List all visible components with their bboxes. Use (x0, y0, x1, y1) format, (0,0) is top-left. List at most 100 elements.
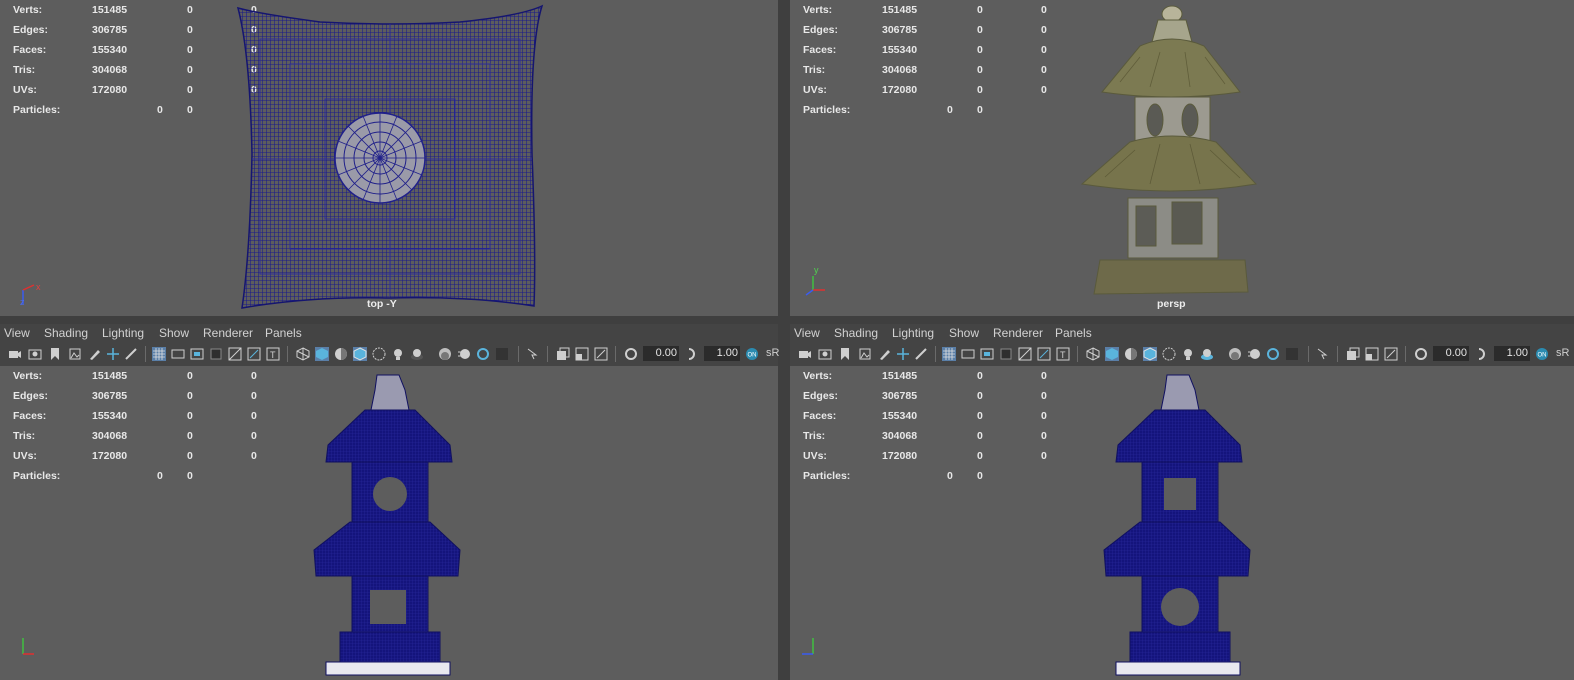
textured-icon[interactable] (353, 347, 367, 361)
gamma-field[interactable]: 1.00 (704, 346, 740, 361)
color-management-icon[interactable]: ON (1535, 347, 1549, 361)
depth-of-field-icon[interactable] (495, 347, 509, 361)
paint-brush-icon[interactable] (124, 347, 138, 361)
camera-attributes-icon[interactable] (818, 347, 832, 361)
menu-renderer[interactable]: Renderer (993, 326, 1043, 340)
stat-total: 172080 (882, 450, 918, 462)
grid-icon[interactable] (942, 347, 956, 361)
paint-brush-icon[interactable] (914, 347, 928, 361)
menu-lighting[interactable]: Lighting (892, 326, 934, 340)
menu-view[interactable]: View (4, 326, 30, 340)
bookmark-icon[interactable] (838, 347, 852, 361)
smooth-shade-icon[interactable] (1105, 347, 1119, 361)
gamma-field[interactable]: 1.00 (1494, 346, 1530, 361)
pillow-top-wireframe[interactable] (230, 4, 550, 310)
menu-renderer[interactable]: Renderer (203, 326, 253, 340)
safe-title-icon[interactable]: T (266, 347, 280, 361)
xray-icon[interactable] (1162, 347, 1176, 361)
shadows-icon[interactable] (410, 347, 424, 361)
default-material-icon[interactable] (1124, 347, 1138, 361)
ambient-occlusion-icon[interactable] (1228, 347, 1242, 361)
camera-icon[interactable] (798, 347, 812, 361)
camera-pan-icon[interactable] (1384, 347, 1398, 361)
xray-icon[interactable] (372, 347, 386, 361)
motion-blur-icon[interactable] (457, 347, 471, 361)
stat-label: UVs: (803, 84, 827, 96)
gamma-icon[interactable] (686, 347, 700, 361)
hud-icon[interactable] (556, 347, 570, 361)
depth-of-field-icon[interactable] (1285, 347, 1299, 361)
exposure-icon[interactable] (624, 347, 638, 361)
lantern-textured-model[interactable] (1080, 2, 1270, 308)
motion-blur-icon[interactable] (1247, 347, 1261, 361)
textured-icon[interactable] (1143, 347, 1157, 361)
exposure-field[interactable]: 0.00 (1433, 346, 1469, 361)
exposure-icon[interactable] (1414, 347, 1428, 361)
anti-alias-icon[interactable] (1266, 347, 1280, 361)
color-management-icon[interactable]: ON (745, 347, 759, 361)
color-space-label[interactable]: sR (766, 347, 779, 359)
menu-panels[interactable]: Panels (1055, 326, 1092, 340)
image-planes-icon[interactable] (575, 347, 589, 361)
ambient-occlusion-icon[interactable] (438, 347, 452, 361)
menu-view[interactable]: View (794, 326, 820, 340)
default-material-icon[interactable] (334, 347, 348, 361)
viewport-top[interactable]: Verts: 151485 0 0 Edges: 306785 0 0 Faces: 1553… (0, 0, 778, 316)
stat-sel: 0 (187, 64, 193, 76)
grid-icon[interactable] (152, 347, 166, 361)
lights-icon[interactable] (391, 347, 405, 361)
image-plane-icon[interactable] (858, 347, 872, 361)
bookmark-icon[interactable] (48, 347, 62, 361)
film-gate-icon[interactable] (961, 347, 975, 361)
stat-sel: 0 (187, 410, 193, 422)
toolbar-separator (518, 346, 519, 362)
lantern-wireframe-side[interactable] (1100, 370, 1260, 680)
stat-sel: 0 (187, 84, 193, 96)
move-tool-icon[interactable] (106, 347, 120, 361)
safe-action-icon[interactable] (1037, 347, 1051, 361)
viewport-side[interactable]: Verts: 151485 0 0 Edges: 306785 0 0 Faces: 1553… (790, 366, 1574, 680)
menu-lighting[interactable]: Lighting (102, 326, 144, 340)
move-tool-icon[interactable] (896, 347, 910, 361)
wireframe-icon[interactable] (296, 347, 310, 361)
resolution-gate-icon[interactable] (190, 347, 204, 361)
grease-pencil-icon[interactable] (88, 347, 102, 361)
isolate-select-icon[interactable] (526, 347, 540, 361)
image-planes-icon[interactable] (1365, 347, 1379, 361)
camera-pan-icon[interactable] (594, 347, 608, 361)
shadows-icon[interactable] (1200, 347, 1214, 361)
film-gate-icon[interactable] (171, 347, 185, 361)
menu-panels[interactable]: Panels (265, 326, 302, 340)
stat-total: 155340 (882, 410, 918, 422)
anti-alias-icon[interactable] (476, 347, 490, 361)
menu-show[interactable]: Show (949, 326, 979, 340)
viewport-front[interactable]: Verts: 151485 0 0 Edges: 306785 0 0 Faces: 1553… (0, 366, 778, 680)
camera-attributes-icon[interactable] (28, 347, 42, 361)
lights-icon[interactable] (1181, 347, 1195, 361)
menu-shading[interactable]: Shading (834, 326, 878, 340)
gate-mask-icon[interactable] (209, 347, 223, 361)
exposure-field[interactable]: 0.00 (643, 346, 679, 361)
wireframe-icon[interactable] (1086, 347, 1100, 361)
image-plane-icon[interactable] (68, 347, 82, 361)
lantern-wireframe-front[interactable] (310, 370, 470, 680)
resolution-gate-icon[interactable] (980, 347, 994, 361)
safe-action-icon[interactable] (247, 347, 261, 361)
gate-mask-icon[interactable] (999, 347, 1013, 361)
safe-title-icon[interactable]: T (1056, 347, 1070, 361)
smooth-shade-icon[interactable] (315, 347, 329, 361)
field-chart-icon[interactable] (1018, 347, 1032, 361)
hud-row-edges: Edges: 306785 0 0 (13, 386, 283, 406)
menu-show[interactable]: Show (159, 326, 189, 340)
menu-shading[interactable]: Shading (44, 326, 88, 340)
hud-row-faces: Faces: 155340 0 0 (803, 406, 1073, 426)
viewport-persp[interactable]: Verts: 151485 0 0 Edges: 306785 0 0 Faces: 1553… (790, 0, 1574, 316)
camera-icon[interactable] (8, 347, 22, 361)
gamma-icon[interactable] (1476, 347, 1490, 361)
color-space-label[interactable]: sR (1556, 347, 1569, 359)
field-chart-icon[interactable] (228, 347, 242, 361)
hud-icon[interactable] (1346, 347, 1360, 361)
pane-divider-vertical[interactable] (778, 0, 790, 680)
grease-pencil-icon[interactable] (878, 347, 892, 361)
isolate-select-icon[interactable] (1316, 347, 1330, 361)
